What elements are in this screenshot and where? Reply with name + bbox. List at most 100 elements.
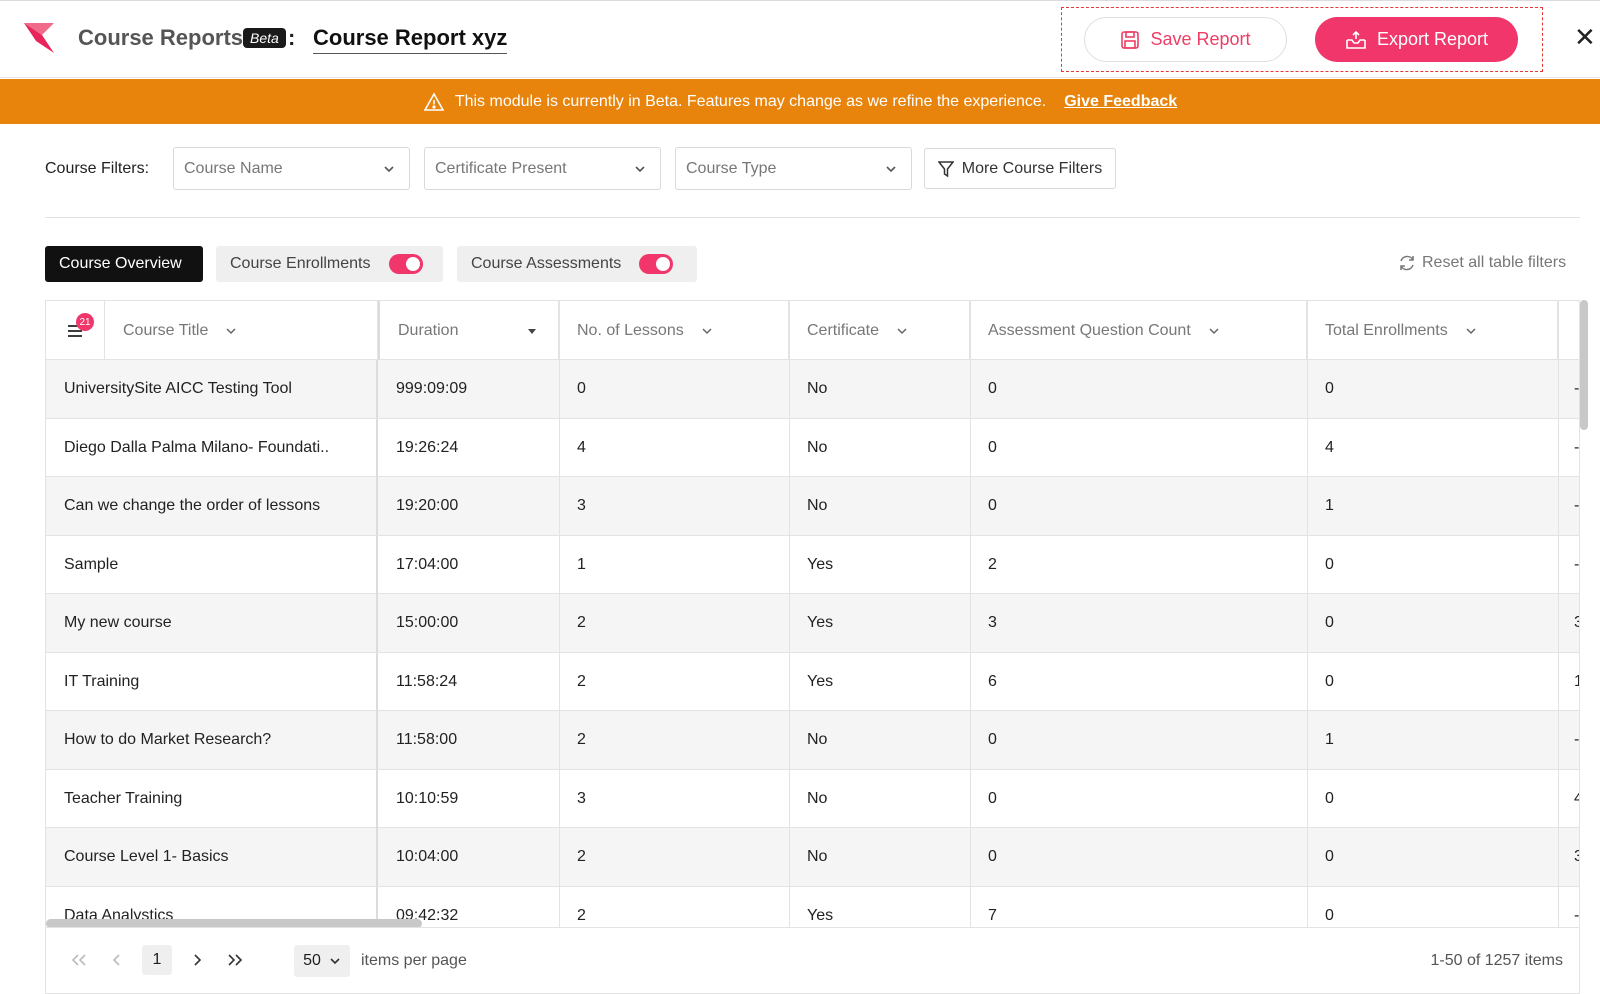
more-course-filters-button[interactable]: More Course Filters [924, 148, 1116, 189]
tab-course-overview-label: Course Overview [59, 255, 182, 272]
cell-duration: 11:58:00 [396, 731, 458, 748]
cell-no-of-lessons: 2 [577, 906, 586, 924]
cell-course-title: Diego Dalla Palma Milano- Foundati.. [46, 418, 378, 477]
cell-total-enrollments: 0 [1325, 906, 1334, 924]
first-page-button[interactable] [64, 945, 94, 975]
table-row[interactable]: My new course 15:00:00 2 Yes 3 0 3 [46, 594, 1579, 653]
horizontal-scrollbar[interactable] [46, 919, 422, 927]
table-row[interactable]: Course Level 1- Basics 10:04:00 2 No 0 0 3 [46, 828, 1579, 887]
course-name-select[interactable]: Course Name [173, 147, 410, 190]
cell-next-column: 3 [1558, 828, 1579, 886]
header-certificate-label: Certificate [807, 321, 880, 339]
tab-course-assessments-label: Course Assessments [471, 255, 622, 272]
cell-assessment-question-count: 7 [988, 906, 997, 924]
cell-duration: 10:10:59 [396, 789, 459, 807]
tab-course-overview[interactable]: Course Overview [45, 246, 203, 282]
table-row[interactable]: UniversitySite AICC Testing Tool 999:09:0… [46, 360, 1579, 419]
table-row[interactable]: Can we change the order of lessons 19:20:… [46, 477, 1579, 536]
cell-certificate: No [807, 789, 828, 807]
cell-certificate: Yes [807, 555, 834, 573]
header-no-of-lessons-label: No. of Lessons [577, 321, 684, 339]
table-row[interactable]: Diego Dalla Palma Milano- Foundati.. 19:2… [46, 418, 1580, 477]
certificate-present-placeholder: Certificate Present [435, 159, 567, 177]
export-icon [1346, 30, 1366, 49]
reset-table-filters-button[interactable]: Reset all table filters [1398, 254, 1566, 272]
reset-table-filters-label: Reset all table filters [1422, 254, 1567, 271]
header-next-column[interactable] [1558, 301, 1579, 360]
chevron-down-icon [1466, 327, 1476, 334]
current-page-button[interactable]: 1 [142, 945, 172, 975]
last-page-button[interactable] [220, 945, 250, 975]
vertical-scrollbar[interactable] [1580, 300, 1588, 430]
previous-page-button[interactable] [102, 945, 132, 975]
cell-course-title: How to do Market Research? [46, 711, 378, 769]
tab-course-enrollments[interactable]: Course Enrollments [216, 246, 443, 282]
app-logo-icon [24, 23, 54, 53]
cell-next-column: - [1574, 438, 1580, 456]
header-total-enrollments[interactable]: Total Enrollments [1307, 301, 1558, 360]
cell-no-of-lessons: 1 [577, 555, 586, 573]
course-type-select[interactable]: Course Type [675, 147, 912, 190]
column-menu-button[interactable]: 21 [46, 301, 105, 360]
cell-assessment-question-count: 0 [988, 497, 997, 514]
cell-certificate: No [807, 380, 828, 397]
chevron-down-icon [886, 165, 896, 172]
course-type-placeholder: Course Type [686, 159, 777, 177]
column-divider [1307, 301, 1308, 927]
cell-certificate: No [807, 438, 828, 456]
cell-next-column: - [1574, 555, 1580, 573]
next-page-button[interactable] [182, 945, 212, 975]
double-chevron-left-icon [71, 954, 86, 966]
cell-course-title: My new course [46, 594, 378, 652]
save-report-button[interactable]: Save Report [1084, 17, 1287, 62]
cell-total-enrollments: 0 [1325, 789, 1334, 807]
table-row[interactable]: How to do Market Research? 11:58:00 2 No 0 1 - [46, 711, 1580, 770]
items-per-page-select[interactable]: 50 [294, 945, 350, 977]
report-name[interactable]: Course Report xyz [313, 25, 508, 54]
pagination-bar: 1 50 items per page 1-50 of 1257 items [45, 928, 1580, 994]
assessments-toggle[interactable] [639, 254, 674, 274]
certificate-present-select[interactable]: Certificate Present [424, 147, 661, 190]
give-feedback-link[interactable]: Give Feedback [1064, 93, 1177, 111]
cell-total-enrollments: 1 [1325, 497, 1334, 514]
header-assessment-question-count[interactable]: Assessment Question Count [970, 301, 1307, 360]
cell-assessment-question-count: 6 [988, 672, 997, 690]
items-count-summary: 1-50 of 1257 items [1430, 952, 1563, 969]
cell-assessment-question-count: 0 [988, 731, 997, 748]
cell-next-column: - [1574, 906, 1580, 924]
enrollments-toggle[interactable] [388, 254, 423, 274]
chevron-left-icon [112, 954, 120, 966]
cell-certificate: No [807, 497, 828, 514]
cell-assessment-question-count: 0 [988, 438, 997, 456]
header-no-of-lessons[interactable]: No. of Lessons [559, 301, 789, 360]
header-assessment-question-count-label: Assessment Question Count [988, 321, 1191, 339]
cell-assessment-question-count: 0 [988, 848, 997, 865]
column-divider [1558, 301, 1559, 927]
beta-banner: This module is currently in Beta. Featur… [0, 79, 1600, 124]
close-icon[interactable]: ✕ [1574, 24, 1596, 50]
filters-divider [45, 217, 1580, 218]
cell-assessment-question-count: 0 [988, 789, 997, 807]
header-duration[interactable]: Duration [378, 301, 559, 360]
cell-duration: 17:04:00 [396, 555, 459, 573]
cell-total-enrollments: 0 [1325, 848, 1334, 865]
save-report-label: Save Report [1150, 29, 1251, 49]
table-row[interactable]: IT Training 11:58:24 2 Yes 6 0 1 [46, 652, 1579, 711]
table-row[interactable]: Sample 17:04:00 1 Yes 2 0 - [46, 535, 1580, 594]
header-certificate[interactable]: Certificate [789, 301, 970, 360]
table-row[interactable]: Teacher Training 10:10:59 3 No 0 0 4 [46, 769, 1579, 828]
items-per-page-label: items per page [361, 952, 467, 969]
cell-duration: 15:00:00 [396, 614, 459, 631]
course-name-placeholder: Course Name [184, 159, 283, 177]
cell-next-column: - [1574, 731, 1580, 748]
header-course-title[interactable]: Course Title [105, 301, 378, 360]
column-divider [559, 301, 560, 927]
banner-message: This module is currently in Beta. Featur… [454, 92, 1047, 110]
cell-next-column: 4 [1558, 770, 1579, 828]
cell-total-enrollments: 0 [1325, 614, 1334, 631]
export-report-button[interactable]: Export Report [1315, 17, 1518, 62]
cell-no-of-lessons: 2 [577, 614, 586, 631]
tab-course-assessments[interactable]: Course Assessments [457, 246, 697, 282]
double-chevron-right-icon [228, 954, 243, 966]
table-header-row: 21 Course Title Duration No. of Lessons … [46, 301, 1579, 360]
